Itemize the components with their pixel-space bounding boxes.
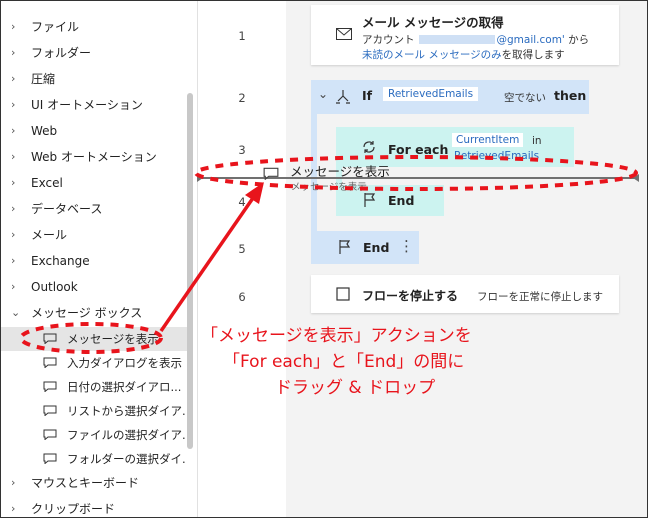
then-keyword: then <box>554 88 587 103</box>
end-keyword: End <box>388 193 415 208</box>
line-number: 5 <box>238 242 246 256</box>
chevron-right-icon: › <box>11 46 16 59</box>
chevron-right-icon: › <box>11 20 16 33</box>
message-icon <box>43 333 57 344</box>
message-icon <box>43 405 57 416</box>
unread-token: 未読のメール メッセージのみ <box>362 49 502 61</box>
for-each-keyword: For each <box>388 142 449 157</box>
sidebar-item-ui-automation[interactable]: › UI オートメーション <box>1 93 191 117</box>
variable-token: RetrievedEmails <box>383 87 479 101</box>
if-keyword: If <box>362 88 373 103</box>
step-description: フローを正常に停止します <box>477 291 603 303</box>
line-number: 1 <box>238 29 246 43</box>
from-text: から <box>568 34 590 46</box>
drag-preview-title: メッセージを表示 <box>290 164 390 179</box>
app-window: › ファイル › フォルダー › 圧縮 › UI オートメーション › Web › Web … <box>0 0 648 518</box>
sidebar-item-file[interactable]: › ファイル <box>1 15 191 39</box>
line-number: 4 <box>238 195 246 209</box>
message-icon <box>263 167 279 180</box>
loop-icon <box>363 141 375 153</box>
drop-indicator-left-cap <box>197 174 203 182</box>
message-icon <box>43 381 57 392</box>
sidebar-item-mouse-keyboard[interactable]: › マウスとキーボード <box>1 471 191 495</box>
chevron-right-icon: › <box>11 254 16 267</box>
chevron-right-icon: › <box>11 502 16 515</box>
chevron-down-icon: ⌄ <box>11 306 21 319</box>
drop-indicator-right-cap <box>633 174 639 182</box>
end-keyword: End <box>363 240 390 255</box>
message-icon <box>43 429 57 440</box>
step-get-email[interactable]: メール メッセージの取得 アカウント @gmail.com' から 未読のメール … <box>311 5 619 65</box>
action-file-dialog[interactable]: ファイルの選択ダイア... <box>1 423 187 447</box>
masked-email <box>418 35 495 44</box>
email-token: @gmail.com' <box>496 34 565 46</box>
mail-icon <box>336 28 352 40</box>
line-number: 2 <box>238 91 246 105</box>
step-title: メール メッセージの取得 <box>362 15 504 30</box>
stop-icon <box>336 287 350 301</box>
action-display-message[interactable]: メッセージを表示 <box>1 327 187 351</box>
current-item-token: CurrentItem <box>452 133 524 147</box>
account-label: アカウント <box>362 34 415 46</box>
flag-icon <box>339 240 351 254</box>
chevron-right-icon: › <box>11 202 16 215</box>
retrieve-text: を取得します <box>501 49 565 61</box>
sidebar-item-folder[interactable]: › フォルダー <box>1 41 191 65</box>
chevron-right-icon: › <box>11 124 16 137</box>
step-if[interactable]: ⌄ If RetrievedEmails 空でない then <box>311 80 589 114</box>
collapse-chevron-icon[interactable]: ⌄ <box>318 87 328 101</box>
callout-line-1: 「メッセージを表示」アクションを <box>201 326 472 346</box>
sidebar-item-mail[interactable]: › メール <box>1 223 191 247</box>
flow-designer-canvas: メール メッセージの取得 アカウント @gmail.com' から 未読のメール … <box>287 1 647 517</box>
sidebar-item-message-box[interactable]: ⌄ メッセージ ボックス <box>1 301 191 325</box>
sidebar-item-database[interactable]: › データベース <box>1 197 191 221</box>
chevron-right-icon: › <box>11 150 16 163</box>
line-number: 3 <box>238 143 246 157</box>
chevron-right-icon: › <box>11 476 16 489</box>
callout-line-2: 「For each」と「End」の間に <box>223 352 465 372</box>
message-icon <box>43 453 57 464</box>
sidebar-item-excel[interactable]: › Excel <box>1 171 191 195</box>
chevron-right-icon: › <box>11 98 16 111</box>
branch-icon <box>336 90 350 104</box>
callout-line-3: ドラッグ & ドロップ <box>275 378 436 398</box>
flag-icon <box>364 193 376 207</box>
sidebar-item-clipboard[interactable]: › クリップボード <box>1 497 191 517</box>
step-stop-flow[interactable]: フローを停止する フローを正常に停止します <box>311 275 619 313</box>
condition-text: 空でない <box>504 92 546 104</box>
collection-token: RetrievedEmails <box>454 150 540 162</box>
sidebar-item-web[interactable]: › Web <box>1 119 191 143</box>
chevron-right-icon: › <box>11 176 16 189</box>
action-input-dialog[interactable]: 入力ダイアログを表示 <box>1 351 187 375</box>
in-text: in <box>532 135 542 147</box>
action-date-dialog[interactable]: 日付の選択ダイアロ... <box>1 375 187 399</box>
chevron-right-icon: › <box>11 280 16 293</box>
action-list-dialog[interactable]: リストから選択ダイア... <box>1 399 187 423</box>
sidebar-item-compress[interactable]: › 圧縮 <box>1 67 191 91</box>
sidebar-item-exchange[interactable]: › Exchange <box>1 249 191 273</box>
line-number-gutter: 1 2 3 4 5 6 <box>198 1 286 517</box>
message-icon <box>43 357 57 368</box>
drag-preview: メッセージを表示 メッセージを表示 <box>263 161 393 193</box>
step-title: フローを停止する <box>362 289 459 303</box>
more-options-icon[interactable]: ⋮ <box>399 237 414 255</box>
actions-pane: › ファイル › フォルダー › 圧縮 › UI オートメーション › Web › Web … <box>1 1 198 517</box>
action-folder-dialog[interactable]: フォルダーの選択ダイ... <box>1 447 187 471</box>
chevron-right-icon: › <box>11 72 16 85</box>
sidebar-item-outlook[interactable]: › Outlook <box>1 275 191 299</box>
step-end-if[interactable]: End ⋮ <box>311 231 419 264</box>
line-number: 6 <box>238 290 246 304</box>
drag-preview-subtitle: メッセージを表示 <box>291 182 367 193</box>
sidebar-scrollbar[interactable] <box>187 93 193 449</box>
chevron-right-icon: › <box>11 228 16 241</box>
sidebar-item-web-automation[interactable]: › Web オートメーション <box>1 145 191 169</box>
